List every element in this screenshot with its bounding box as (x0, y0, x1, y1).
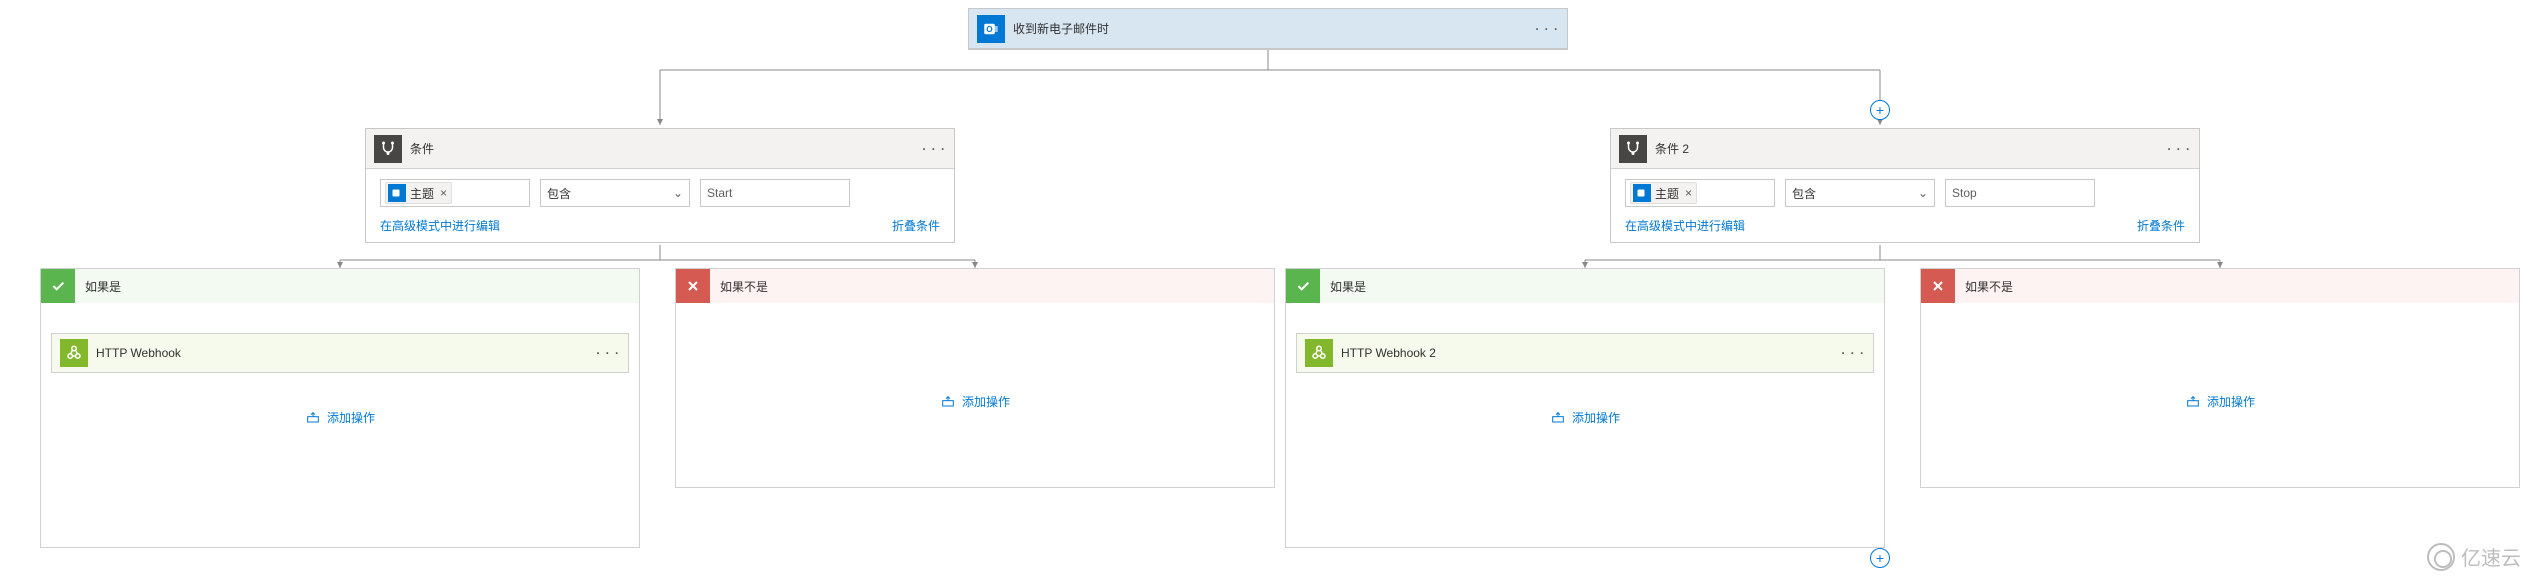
webhook-icon (1305, 339, 1333, 367)
operator-select[interactable]: 包含 ⌄ (1785, 179, 1935, 207)
add-action-button[interactable]: 添加操作 (1931, 393, 2509, 410)
condition-header[interactable]: 条件 2 · · · (1611, 129, 2199, 169)
watermark: 亿速云 (2427, 542, 2521, 571)
condition-field-input[interactable]: 主题 × (380, 179, 530, 207)
branch-label: 如果不是 (1965, 278, 2013, 295)
condition-menu-button[interactable]: · · · (922, 142, 946, 156)
action-menu-button[interactable]: · · · (596, 346, 620, 360)
value-text: Stop (1952, 186, 1977, 200)
action-title: HTTP Webhook (96, 346, 181, 360)
token-label: 主题 (410, 185, 434, 202)
chevron-down-icon: ⌄ (673, 186, 683, 200)
trigger-menu-button[interactable]: · · · (1535, 22, 1559, 36)
add-branch-button[interactable]: + (1870, 100, 1890, 120)
close-icon (1921, 269, 1955, 303)
add-action-label: 添加操作 (327, 409, 375, 426)
field-token-chip[interactable]: 主题 × (1630, 182, 1697, 204)
condition-field-input[interactable]: 主题 × (1625, 179, 1775, 207)
add-action-icon (940, 394, 956, 410)
action-card-webhook[interactable]: HTTP Webhook · · · (51, 333, 629, 373)
collapse-condition-link[interactable]: 折叠条件 (2137, 217, 2185, 234)
advanced-mode-link[interactable]: 在高级模式中进行编辑 (380, 217, 500, 234)
collapse-condition-link[interactable]: 折叠条件 (892, 217, 940, 234)
watermark-text: 亿速云 (2461, 542, 2521, 571)
condition-icon (374, 135, 402, 163)
branch-no-right: 如果不是 添加操作 (1920, 268, 2520, 488)
action-card-webhook[interactable]: HTTP Webhook 2 · · · (1296, 333, 1874, 373)
advanced-mode-link[interactable]: 在高级模式中进行编辑 (1625, 217, 1745, 234)
condition-card-left: 条件 · · · 主题 × 包含 ⌄ Start 在高级模式 (365, 128, 955, 243)
trigger-card[interactable]: O 收到新电子邮件时 · · · (968, 8, 1568, 50)
add-action-button[interactable]: 添加操作 (1296, 409, 1874, 426)
condition-title: 条件 2 (1655, 140, 1689, 157)
token-remove-icon[interactable]: × (440, 186, 447, 200)
add-action-button[interactable]: 添加操作 (686, 393, 1264, 410)
chevron-down-icon: ⌄ (1918, 186, 1928, 200)
branch-label: 如果是 (85, 278, 121, 295)
add-action-label: 添加操作 (962, 393, 1010, 410)
token-label: 主题 (1655, 185, 1679, 202)
operator-value: 包含 (1792, 185, 1816, 202)
value-text: Start (707, 186, 732, 200)
watermark-icon (2427, 543, 2455, 571)
condition-title: 条件 (410, 140, 434, 157)
check-icon (41, 269, 75, 303)
branch-label: 如果是 (1330, 278, 1366, 295)
condition-icon (1619, 135, 1647, 163)
action-menu-button[interactable]: · · · (1841, 346, 1865, 360)
value-input[interactable]: Stop (1945, 179, 2095, 207)
close-icon (676, 269, 710, 303)
outlook-icon (388, 184, 406, 202)
field-token-chip[interactable]: 主题 × (385, 182, 452, 204)
add-action-button[interactable]: 添加操作 (51, 409, 629, 426)
condition-header[interactable]: 条件 · · · (366, 129, 954, 169)
operator-value: 包含 (547, 185, 571, 202)
condition-menu-button[interactable]: · · · (2167, 142, 2191, 156)
add-action-icon (305, 410, 321, 426)
action-title: HTTP Webhook 2 (1341, 346, 1436, 360)
webhook-icon (60, 339, 88, 367)
branch-yes-left: 如果是 HTTP Webhook · · · 添加操作 (40, 268, 640, 548)
trigger-title: 收到新电子邮件时 (1013, 20, 1109, 37)
svg-text:O: O (986, 25, 993, 34)
value-input[interactable]: Start (700, 179, 850, 207)
condition-card-right: 条件 2 · · · 主题 × 包含 ⌄ Stop 在高级模 (1610, 128, 2200, 243)
add-action-label: 添加操作 (1572, 409, 1620, 426)
operator-select[interactable]: 包含 ⌄ (540, 179, 690, 207)
branch-yes-right: 如果是 HTTP Webhook 2 · · · 添加操作 (1285, 268, 1885, 548)
branch-no-left: 如果不是 添加操作 (675, 268, 1275, 488)
add-action-icon (1550, 410, 1566, 426)
add-step-button[interactable]: + (1870, 548, 1890, 568)
outlook-icon (1633, 184, 1651, 202)
outlook-icon: O (977, 15, 1005, 43)
add-action-icon (2185, 394, 2201, 410)
check-icon (1286, 269, 1320, 303)
token-remove-icon[interactable]: × (1685, 186, 1692, 200)
branch-label: 如果不是 (720, 278, 768, 295)
add-action-label: 添加操作 (2207, 393, 2255, 410)
